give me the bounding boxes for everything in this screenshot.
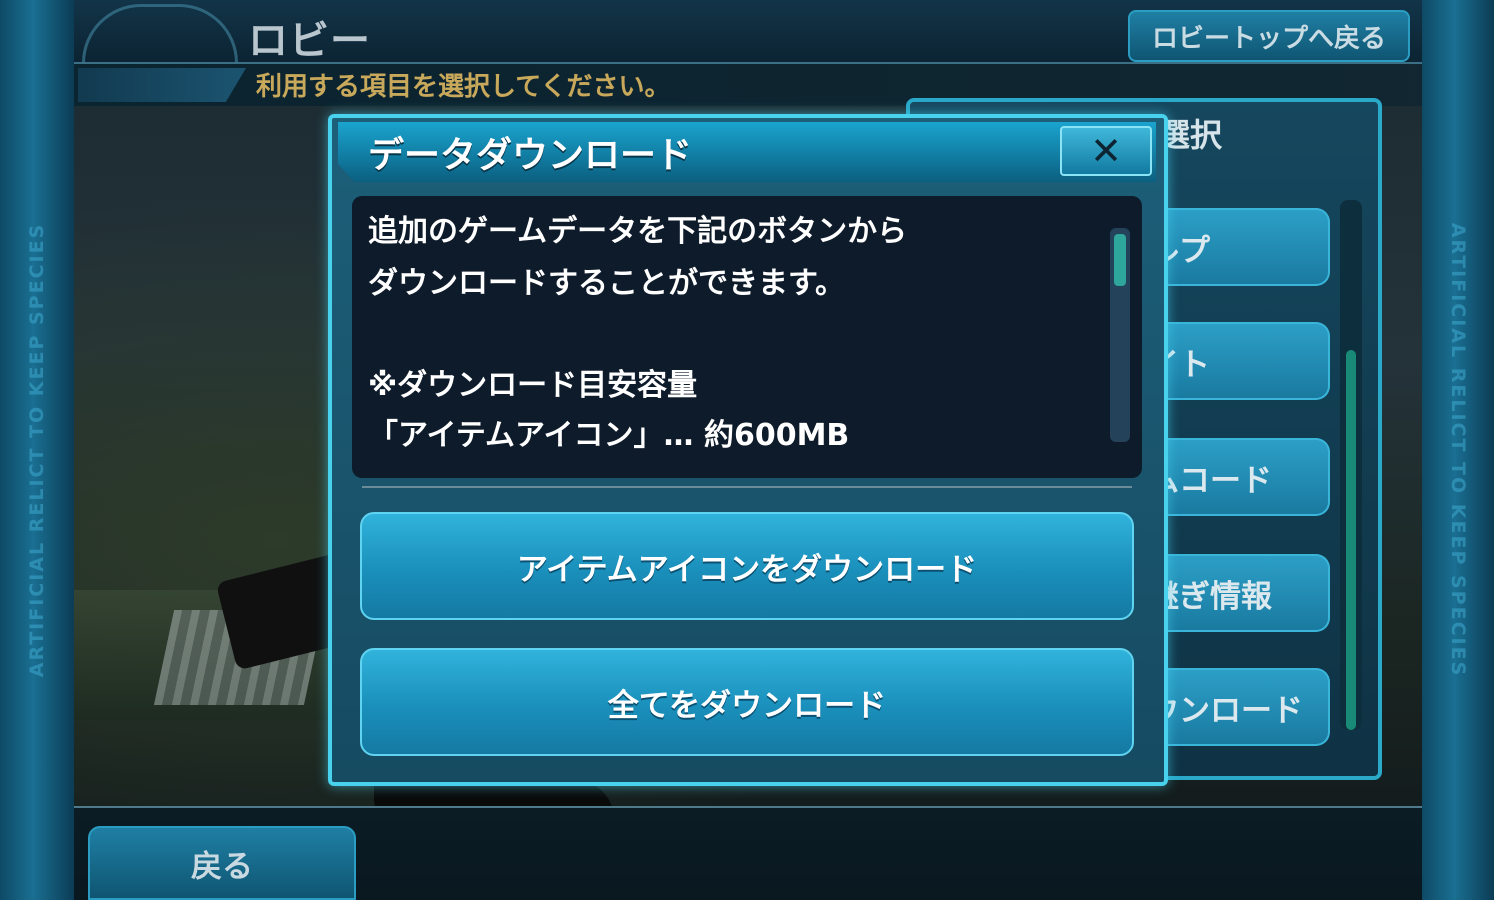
message-scrollbar-thumb[interactable]	[1114, 234, 1126, 286]
right-side-rail: ARTIFICIAL RELICT TO KEEP SPECIES	[1420, 0, 1494, 900]
menu-item-site[interactable]: イト	[1140, 322, 1330, 400]
dialog-message-box: 追加のゲームデータを下記のボタンから ダウンロードすることができます。 ※ダウン…	[352, 196, 1142, 478]
dialog-divider	[362, 486, 1132, 488]
item-icon-download-button[interactable]: アイテムアイコンをダウンロード	[360, 512, 1134, 620]
close-icon: ✕	[1090, 129, 1122, 173]
menu-item-download[interactable]: ウンロード	[1140, 668, 1330, 746]
left-side-rail: ARTIFICIAL RELICT TO KEEP SPECIES	[0, 0, 76, 900]
lobby-top-return-button[interactable]: ロビートップへ戻る	[1128, 10, 1410, 62]
message-line: 「アイテムアイコン」… 約600MB	[368, 418, 850, 453]
right-rail-text: ARTIFICIAL RELICT TO KEEP SPECIES	[1447, 222, 1469, 678]
dialog-title: データダウンロード	[368, 135, 693, 176]
page-title: ロビー	[248, 18, 371, 64]
back-button[interactable]: 戻る	[88, 826, 356, 900]
menu-scrollbar-thumb[interactable]	[1346, 350, 1356, 730]
menu-item-transfer-info[interactable]: 継ぎ情報	[1140, 554, 1330, 632]
menu-item-help[interactable]: ルプ	[1140, 208, 1330, 286]
message-line: 追加のゲームデータを下記のボタンから	[368, 214, 908, 249]
message-line: ダウンロードすることができます。	[368, 266, 845, 301]
menu-item-item-code[interactable]: ムコード	[1140, 438, 1330, 516]
all-download-button[interactable]: 全てをダウンロード	[360, 648, 1134, 756]
subheader-tag-decoration	[78, 68, 246, 102]
message-line: ※ダウンロード目安容量	[368, 368, 698, 403]
close-button[interactable]: ✕	[1060, 126, 1152, 176]
instruction-text: 利用する項目を選択してください。	[256, 72, 671, 102]
left-rail-text: ARTIFICIAL RELICT TO KEEP SPECIES	[26, 222, 48, 678]
